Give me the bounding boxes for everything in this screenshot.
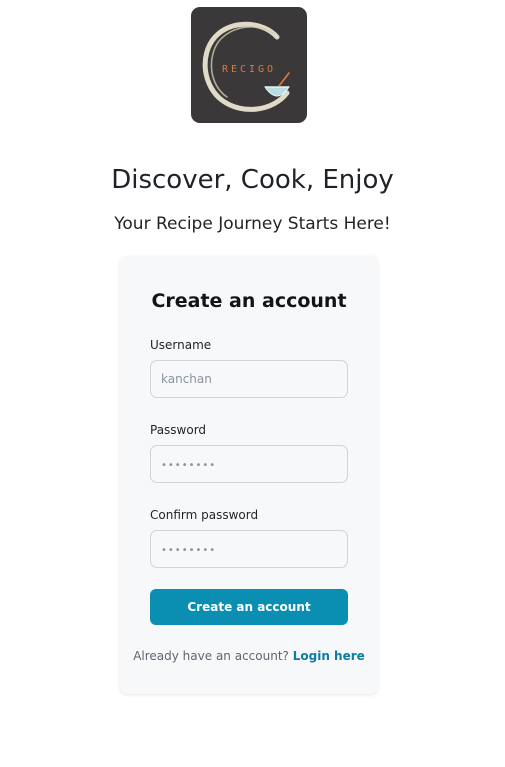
login-prompt-text: Already have an account? [133, 649, 289, 663]
recigo-logo: RECIGO [191, 7, 307, 123]
signup-card: Create an account Username Password Conf… [120, 256, 378, 694]
username-input[interactable] [150, 360, 348, 398]
password-label: Password [150, 423, 207, 437]
login-prompt-line: Already have an account? Login here [120, 648, 378, 664]
logo-wordmark: RECIGO [222, 64, 276, 75]
signup-page: RECIGO Discover, Cook, Enjoy Your Recipe… [0, 0, 505, 767]
create-account-button[interactable]: Create an account [150, 589, 348, 625]
form-title: Create an account [151, 290, 347, 312]
page-headline: Discover, Cook, Enjoy [111, 165, 394, 195]
password-input[interactable] [150, 445, 348, 483]
page-subheadline: Your Recipe Journey Starts Here! [114, 214, 391, 234]
login-link[interactable]: Login here [293, 649, 365, 663]
confirm-password-input[interactable] [150, 530, 348, 568]
logo-graphic: RECIGO [202, 21, 290, 112]
username-label: Username [150, 338, 212, 352]
confirm-password-label: Confirm password [150, 508, 259, 522]
